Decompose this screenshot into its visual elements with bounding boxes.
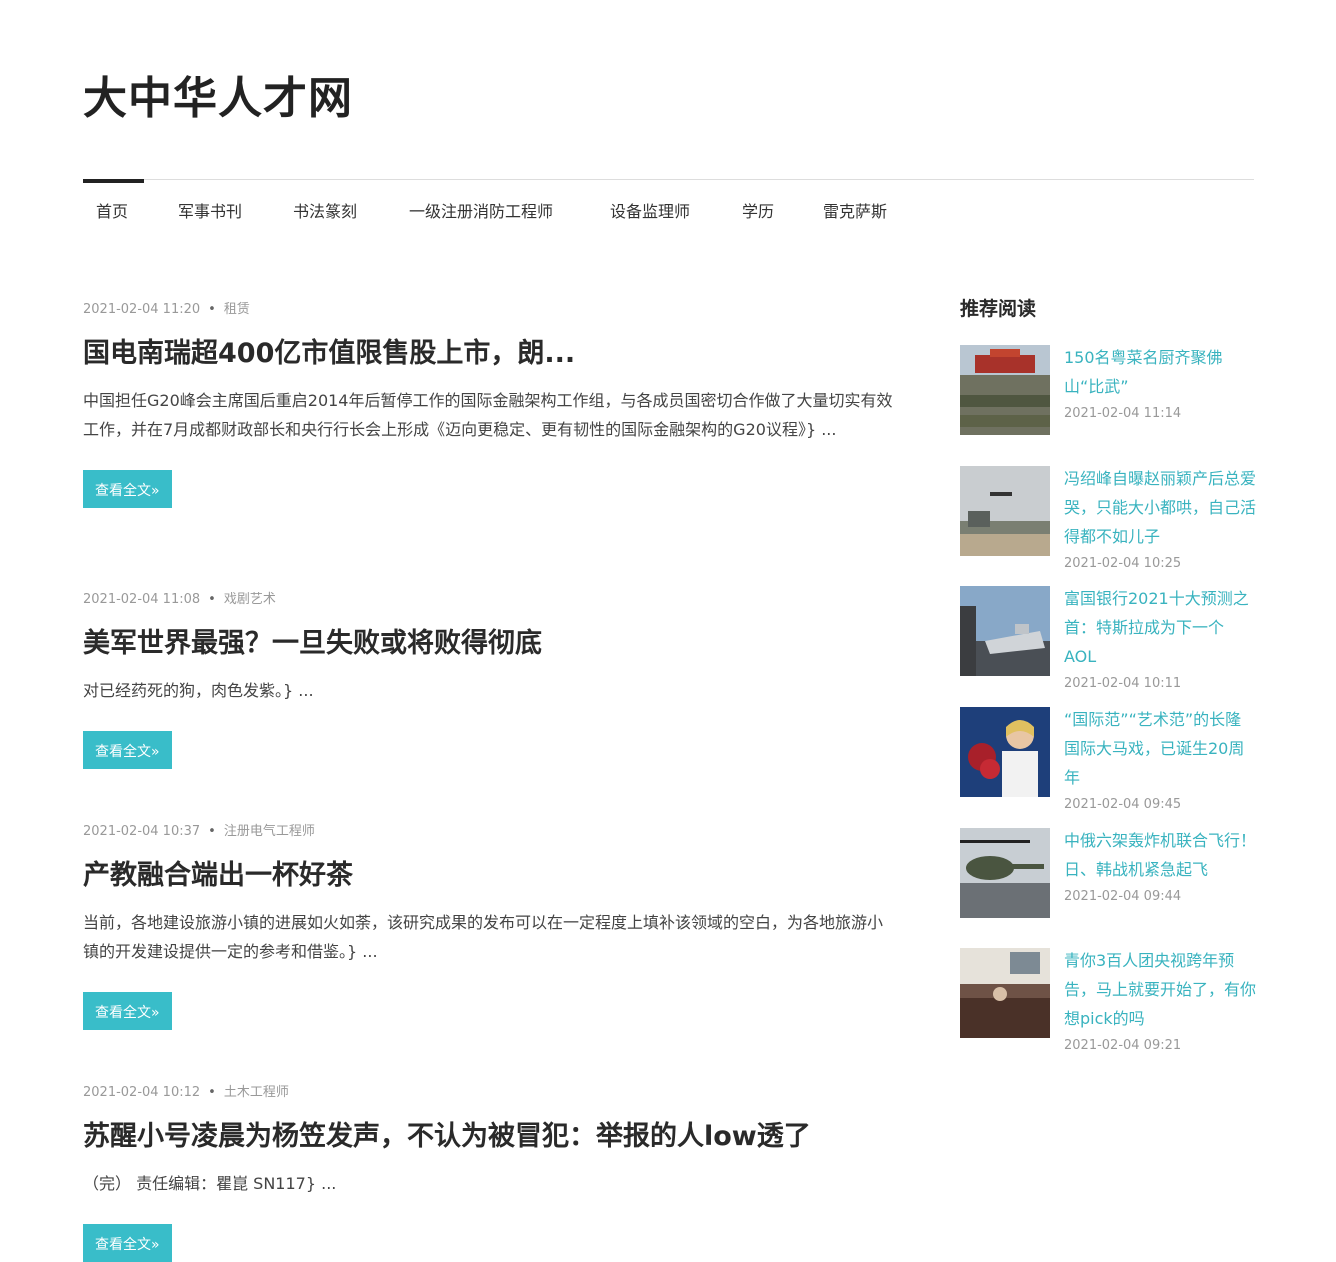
post-category[interactable]: 土木工程师 <box>224 1085 289 1100</box>
post-category[interactable]: 戏剧艺术 <box>224 592 276 607</box>
read-more-button[interactable]: 查看全文» <box>83 731 172 769</box>
post-date: 2021-02-04 10:12 <box>83 1085 201 1100</box>
site-title[interactable]: 大中华人才网 <box>83 62 353 126</box>
post-category[interactable]: 注册电气工程师 <box>224 824 315 839</box>
post-category[interactable]: 租赁 <box>224 302 250 317</box>
parade-image-thumbnail[interactable] <box>960 345 1050 435</box>
main-nav: 首页 军事书刊 书法篆刻 一级注册消防工程师 设备监理师 学历 雷克萨斯 <box>82 179 1254 230</box>
post-title[interactable]: 苏醒小号凌晨为杨笠发声，不认为被冒犯：举报的人low透了 <box>83 1114 893 1153</box>
nav-item-education[interactable]: 学历 <box>742 180 774 230</box>
nav-item-calligraphy[interactable]: 书法篆刻 <box>293 180 357 230</box>
recommended-date: 2021-02-04 09:45 <box>1064 797 1182 812</box>
nav-item-fire-engineer[interactable]: 一级注册消防工程师 <box>409 180 553 230</box>
recommended-date: 2021-02-04 10:25 <box>1064 556 1182 571</box>
recommended-date: 2021-02-04 10:11 <box>1064 676 1182 691</box>
recommended-date: 2021-02-04 09:44 <box>1064 889 1182 904</box>
recommended-title[interactable]: 中俄六架轰炸机联合飞行！日、韩战机紧急起飞 <box>1064 826 1256 884</box>
post-date: 2021-02-04 10:37 <box>83 824 201 839</box>
post-excerpt: 当前，各地建设旅游小镇的进展如火如荼，该研究成果的发布可以在一定程度上填补该领域… <box>83 913 884 961</box>
post-meta: 2021-02-04 11:08 • 戏剧艺术 <box>83 592 276 607</box>
read-more-button[interactable]: 查看全文» <box>83 470 172 508</box>
nav-item-military-books[interactable]: 军事书刊 <box>178 180 242 230</box>
recommended-title[interactable]: 富国银行2021十大预测之首：特斯拉成为下一个AOL <box>1064 584 1256 671</box>
post-title[interactable]: 国电南瑞超400亿市值限售股上市，朗... <box>83 331 893 370</box>
post-meta: 2021-02-04 11:20 • 租赁 <box>83 302 250 317</box>
post-item: 2021-02-04 10:12 • 土木工程师 苏醒小号凌晨为杨笠发声，不认为被冒… <box>83 1081 893 1262</box>
recommended-title[interactable]: 150名粤菜名厨齐聚佛山“比武” <box>1064 343 1256 401</box>
nav-item-equipment-supervisor[interactable]: 设备监理师 <box>610 180 690 230</box>
sidebar-title: 推荐阅读 <box>960 298 1037 320</box>
nav-item-home[interactable]: 首页 <box>82 179 145 230</box>
post-title[interactable]: 产教融合端出一杯好茶 <box>83 853 893 892</box>
post-date: 2021-02-04 11:08 <box>83 592 201 607</box>
helicopter-image-thumbnail[interactable] <box>960 828 1050 918</box>
post-item: 2021-02-04 10:37 • 注册电气工程师 产教融合端出一杯好茶 当前，各… <box>83 820 893 1030</box>
recommended-date: 2021-02-04 11:14 <box>1064 406 1182 421</box>
recommended-title[interactable]: 冯绍峰自曝赵丽颖产后总爱哭，只能大小都哄，自己活得都不如儿子 <box>1064 464 1256 551</box>
post-meta: 2021-02-04 10:12 • 土木工程师 <box>83 1085 289 1100</box>
recommended-date: 2021-02-04 09:21 <box>1064 1038 1182 1053</box>
post-date: 2021-02-04 11:20 <box>83 302 201 317</box>
recommended-title[interactable]: “国际范”“艺术范”的长隆国际大马戏，已诞生20周年 <box>1064 705 1256 792</box>
drone-image-thumbnail[interactable] <box>960 466 1050 556</box>
post-item: 2021-02-04 11:20 • 租赁 国电南瑞超400亿市值限售股上市，朗..… <box>83 298 893 508</box>
read-more-button[interactable]: 查看全文» <box>83 992 172 1030</box>
room-image-thumbnail[interactable] <box>960 948 1050 1038</box>
read-more-button[interactable]: 查看全文» <box>83 1224 172 1262</box>
post-title[interactable]: 美军世界最强？一旦失败或将败得彻底 <box>83 621 893 660</box>
woman-flowers-image-thumbnail[interactable] <box>960 707 1050 797</box>
post-meta: 2021-02-04 10:37 • 注册电气工程师 <box>83 824 315 839</box>
warship-image-thumbnail[interactable] <box>960 586 1050 676</box>
post-item: 2021-02-04 11:08 • 戏剧艺术 美军世界最强？一旦失败或将败得彻底 … <box>83 588 893 769</box>
recommended-title[interactable]: 青你3百人团央视跨年预告，马上就要开始了，有你想pick的吗 <box>1064 946 1256 1033</box>
post-excerpt: 对已经药死的狗，肉色发紫。} ... <box>83 681 314 700</box>
post-excerpt: 中国担任G20峰会主席国后重启2014年后暂停工作的国际金融架构工作组，与各成员… <box>83 391 893 439</box>
nav-item-lexus[interactable]: 雷克萨斯 <box>823 180 887 230</box>
post-excerpt: （完） 责任编辑：瞿崑 SN117} ... <box>83 1174 337 1193</box>
